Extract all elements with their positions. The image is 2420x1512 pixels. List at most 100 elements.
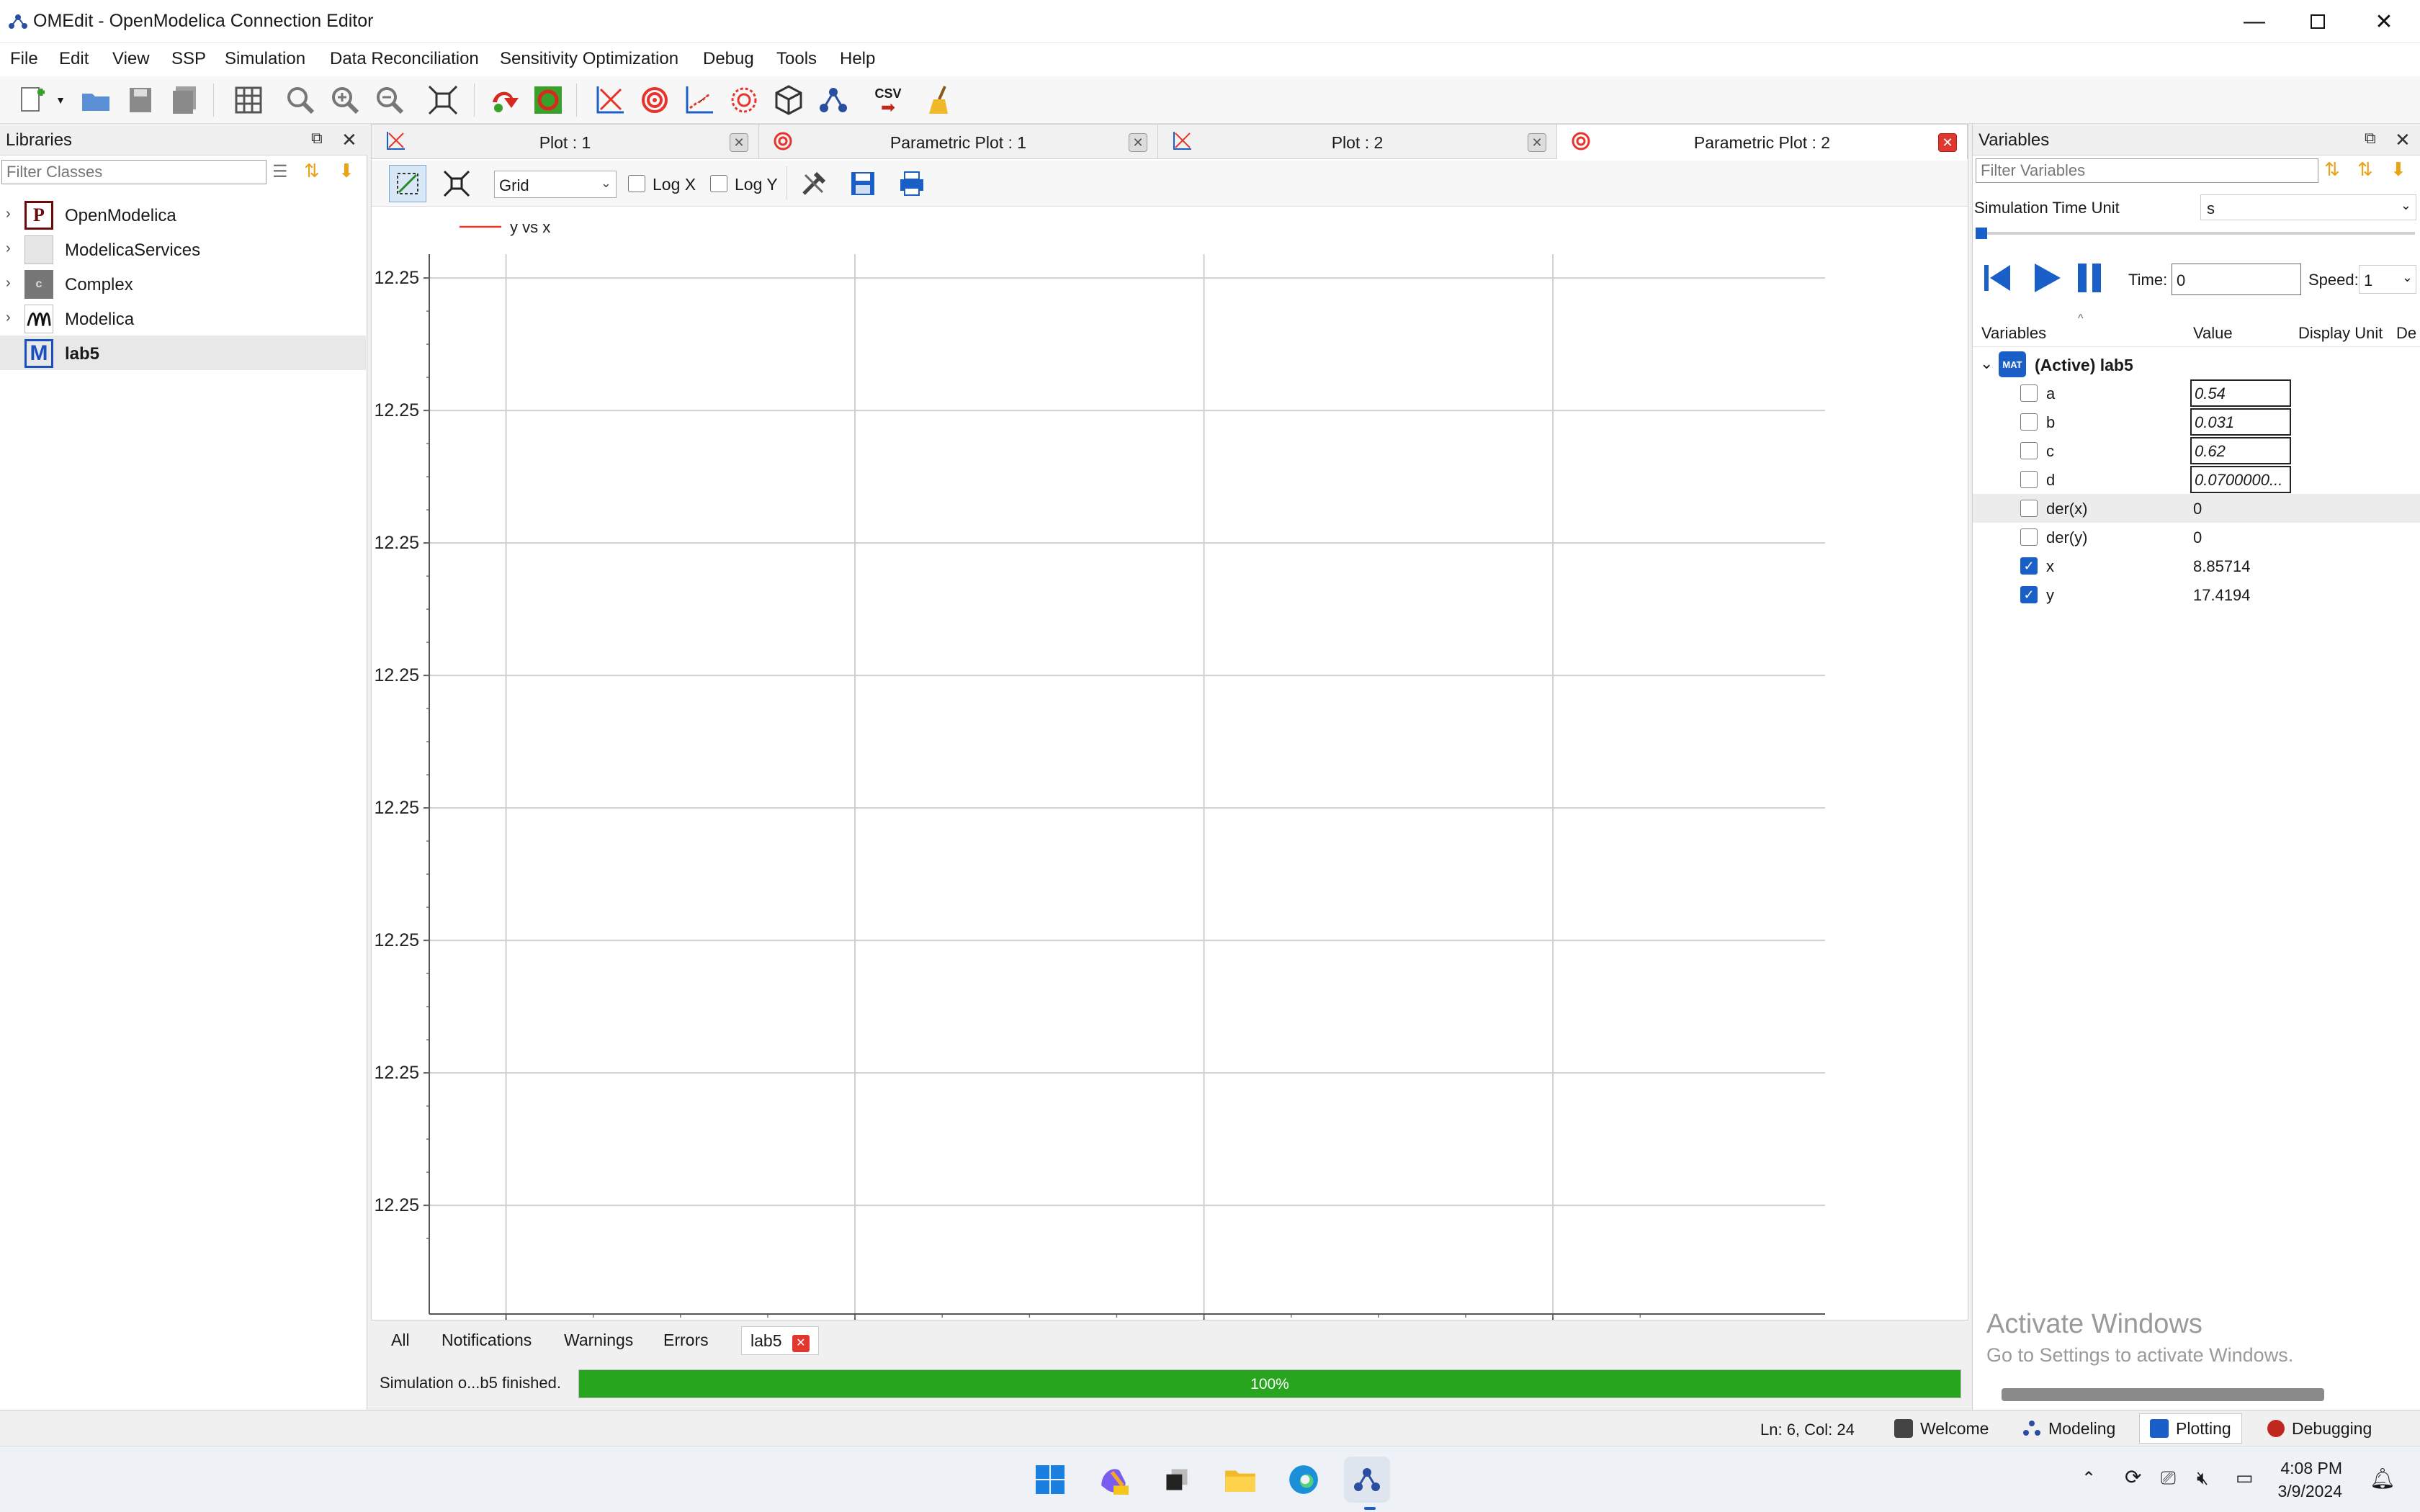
- column-description[interactable]: De: [2396, 324, 2416, 343]
- time-input[interactable]: 0: [2172, 264, 2301, 295]
- tab-warnings[interactable]: Warnings: [564, 1331, 633, 1350]
- plot-variable-checkbox[interactable]: [2020, 413, 2038, 431]
- file-explorer-button[interactable]: [1217, 1457, 1263, 1503]
- print-plot-button[interactable]: [893, 165, 931, 202]
- system-clock[interactable]: 4:08 PM 3/9/2024: [2277, 1457, 2342, 1503]
- variables-root-row[interactable]: ⌄ MAT (Active) lab5: [1973, 350, 2420, 379]
- new-file-dropdown[interactable]: ▼: [52, 81, 69, 120]
- chevron-right-icon[interactable]: ›: [6, 310, 11, 326]
- sort-ascending-icon[interactable]: ⇅: [304, 160, 320, 182]
- variable-row-b[interactable]: b 0.031: [1973, 408, 2420, 436]
- log-x-checkbox[interactable]: [628, 175, 645, 192]
- library-item-complex[interactable]: › c Complex: [0, 266, 366, 301]
- library-item-lab5[interactable]: M lab5: [0, 336, 366, 370]
- menu-file[interactable]: File: [10, 49, 38, 69]
- new-plot-window-button[interactable]: [591, 81, 629, 120]
- save-button[interactable]: [121, 81, 160, 120]
- filter-variables-input[interactable]: Filter Variables: [1976, 158, 2318, 183]
- simulate-button[interactable]: [485, 81, 524, 120]
- variable-row-der-y[interactable]: der(y) 0: [1973, 523, 2420, 552]
- sort-ascending-icon[interactable]: ⇅: [2357, 158, 2373, 181]
- float-panel-icon[interactable]: ⧉: [2365, 129, 2376, 148]
- chevron-down-icon[interactable]: ⌄: [1980, 354, 1993, 373]
- chevron-right-icon[interactable]: ›: [6, 206, 11, 222]
- variable-row-a[interactable]: a 0.54: [1973, 379, 2420, 408]
- pan-zoom-button[interactable]: [389, 165, 426, 202]
- save-plot-button[interactable]: [844, 165, 882, 202]
- menu-view[interactable]: View: [112, 49, 150, 69]
- copilot-button[interactable]: [1090, 1457, 1137, 1503]
- animation-button[interactable]: [769, 81, 808, 120]
- close-window-button[interactable]: ✕: [2355, 7, 2413, 36]
- menu-simulation[interactable]: Simulation: [225, 49, 305, 69]
- column-value[interactable]: Value: [2193, 324, 2233, 343]
- close-tab-icon[interactable]: ✕: [792, 1335, 810, 1352]
- menu-edit[interactable]: Edit: [59, 49, 89, 69]
- plotting-perspective-button[interactable]: Plotting: [2139, 1413, 2242, 1444]
- tab-errors[interactable]: Errors: [663, 1331, 709, 1350]
- maximize-button[interactable]: [2289, 7, 2347, 36]
- sort-descending-icon[interactable]: ⬇: [2390, 158, 2406, 181]
- grid-button[interactable]: [229, 81, 268, 120]
- tab-notifications[interactable]: Notifications: [442, 1331, 532, 1350]
- plot-variable-checkbox[interactable]: [2020, 500, 2038, 517]
- sort-ascending-icon[interactable]: ⇅: [2324, 158, 2340, 181]
- plot-variable-checkbox[interactable]: [2020, 442, 2038, 459]
- column-variables[interactable]: Variables: [1981, 324, 2046, 343]
- variable-row-d[interactable]: d 0.0700000...: [1973, 465, 2420, 494]
- menu-debug[interactable]: Debug: [703, 49, 754, 69]
- horizontal-scrollbar[interactable]: [2002, 1388, 2324, 1401]
- chevron-right-icon[interactable]: ›: [6, 275, 11, 292]
- float-panel-icon[interactable]: ⧉: [311, 129, 323, 148]
- new-file-button[interactable]: [13, 81, 52, 120]
- speaker-muted-icon[interactable]: 🔇︎: [2197, 1467, 2208, 1490]
- simulation-setup-button[interactable]: [529, 81, 568, 120]
- save-all-button[interactable]: [166, 81, 205, 120]
- close-tab-icon[interactable]: ✕: [730, 133, 748, 152]
- pause-button[interactable]: [2074, 261, 2105, 295]
- parametric-plot-chart[interactable]: 12.25 12.25 12.25 12.25 12.25 12.25 12.25 12.25…: [372, 208, 1968, 1320]
- zoom-out-button[interactable]: [370, 81, 409, 120]
- close-tab-icon[interactable]: ✕: [1129, 133, 1147, 152]
- zoom-in-button[interactable]: [326, 81, 364, 120]
- speed-select[interactable]: 1 ⌄: [2359, 265, 2416, 294]
- new-array-parametric-plot-button[interactable]: [725, 81, 763, 120]
- filter-options-icon[interactable]: ☰: [272, 161, 288, 182]
- open-button[interactable]: [76, 81, 115, 120]
- omedit-taskbar-button[interactable]: [1344, 1457, 1390, 1503]
- close-tab-icon[interactable]: ✕: [1528, 133, 1546, 152]
- menu-tools[interactable]: Tools: [776, 49, 817, 69]
- variable-row-c[interactable]: c 0.62: [1973, 436, 2420, 465]
- time-slider[interactable]: [1976, 228, 2415, 239]
- variable-row-y[interactable]: ✓ y 17.4194: [1973, 580, 2420, 609]
- column-display-unit[interactable]: Display Unit: [2298, 324, 2383, 343]
- tab-parametric-plot-2[interactable]: Parametric Plot : 2 ✕: [1557, 125, 1968, 159]
- variable-row-der-x[interactable]: der(x) 0: [1973, 494, 2420, 523]
- task-view-button[interactable]: [1154, 1457, 1200, 1503]
- plot-variable-checkbox[interactable]: [2020, 471, 2038, 488]
- fit-to-diagram-button[interactable]: [424, 81, 462, 120]
- sort-descending-icon[interactable]: ⬇: [339, 160, 354, 182]
- chevron-right-icon[interactable]: ›: [6, 240, 11, 257]
- library-item-modelicaservices[interactable]: › ModelicaServices: [0, 232, 366, 266]
- tab-lab5[interactable]: lab5 ✕: [741, 1326, 819, 1355]
- minimize-button[interactable]: —: [2226, 7, 2283, 36]
- rewind-button[interactable]: [1981, 261, 2013, 295]
- parameter-value-field[interactable]: 0.54: [2190, 379, 2291, 407]
- filter-classes-input[interactable]: Filter Classes: [1, 160, 266, 184]
- modeling-perspective-button[interactable]: Modeling: [2012, 1413, 2125, 1444]
- parameter-value-field[interactable]: 0.0700000...: [2190, 466, 2291, 493]
- edge-browser-button[interactable]: [1281, 1457, 1327, 1503]
- variable-row-x[interactable]: ✓ x 8.85714: [1973, 552, 2420, 580]
- export-csv-button[interactable]: CSV ➡: [869, 81, 908, 120]
- tab-plot-2[interactable]: Plot : 2 ✕: [1158, 125, 1557, 159]
- parameter-value-field[interactable]: 0.62: [2190, 437, 2291, 464]
- menu-ssp[interactable]: SSP: [171, 49, 206, 69]
- parameter-value-field[interactable]: 0.031: [2190, 408, 2291, 436]
- close-panel-icon[interactable]: ✕: [2395, 129, 2411, 151]
- menu-data-reconciliation[interactable]: Data Reconciliation: [330, 49, 479, 69]
- new-array-plot-button[interactable]: [680, 81, 719, 120]
- network-icon[interactable]: ⎚: [2161, 1467, 2176, 1490]
- battery-icon[interactable]: ▭: [2236, 1467, 2254, 1489]
- chevron-up-icon[interactable]: ⌃: [2081, 1468, 2096, 1489]
